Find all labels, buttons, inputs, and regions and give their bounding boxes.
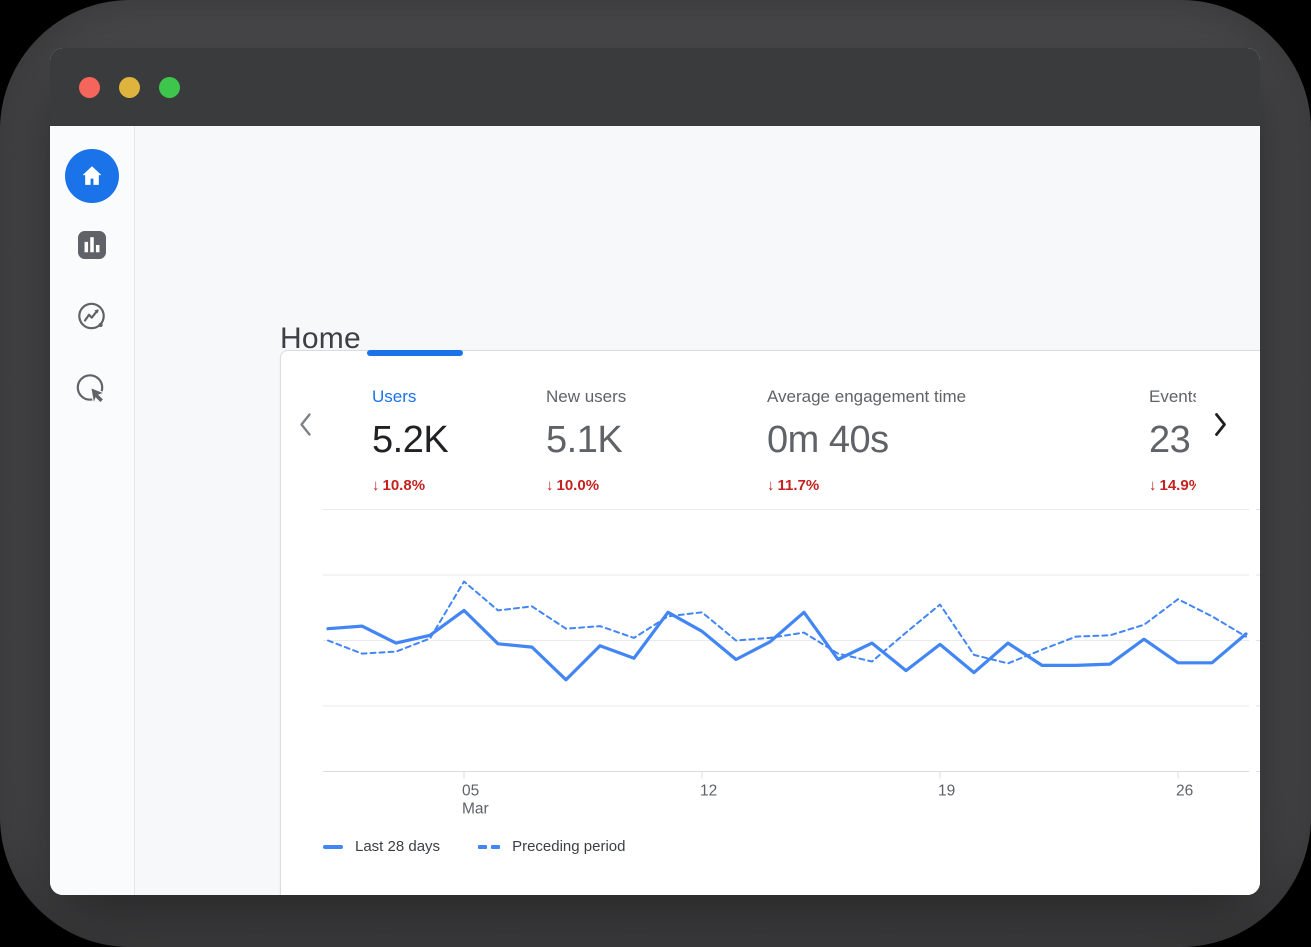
metric-delta: ↓14.9% xyxy=(1149,477,1196,494)
close-button[interactable] xyxy=(79,77,100,98)
metric-delta: ↓10.8% xyxy=(372,477,425,494)
sidebar-item-home[interactable] xyxy=(50,148,134,204)
svg-text:26: 26 xyxy=(1176,783,1193,800)
sidebar-item-reports[interactable] xyxy=(50,219,134,275)
svg-text:12: 12 xyxy=(700,783,717,800)
metric-label: New users xyxy=(546,387,626,407)
metric-value: 23 xyxy=(1149,419,1190,462)
bar-chart-icon xyxy=(78,231,106,264)
metric-value: 5.2K xyxy=(372,419,448,462)
metric-delta: ↓11.7% xyxy=(767,477,819,494)
svg-text:05: 05 xyxy=(462,783,479,800)
legend-dashed-line-swatch xyxy=(478,845,500,849)
minimize-button[interactable] xyxy=(119,77,140,98)
chart-legend: Last 28 days Preceding period xyxy=(323,838,625,855)
metric-delta: ↓10.0% xyxy=(546,477,599,494)
window-titlebar xyxy=(50,48,1260,126)
chevron-right-icon[interactable] xyxy=(1213,411,1228,443)
active-tab-indicator xyxy=(367,350,463,356)
svg-text:19: 19 xyxy=(938,783,955,800)
svg-text:Mar: Mar xyxy=(462,801,489,818)
legend-solid-line-swatch xyxy=(323,845,343,849)
metric-label: Average engagement time xyxy=(767,387,966,407)
chevron-left-icon[interactable] xyxy=(298,411,313,443)
legend-label: Preceding period xyxy=(512,838,625,855)
sidebar-item-explore[interactable] xyxy=(50,291,134,347)
down-arrow-icon: ↓ xyxy=(372,477,380,494)
down-arrow-icon: ↓ xyxy=(546,477,554,494)
metric-label: Events xyxy=(1149,387,1196,407)
sidebar-item-advertising[interactable] xyxy=(50,364,134,420)
down-arrow-icon: ↓ xyxy=(1149,477,1157,494)
metrics-strip: Users 5.2K ↓10.8% New users 5.1K ↓10.0% … xyxy=(339,379,1196,503)
zoom-button[interactable] xyxy=(159,77,180,98)
advertising-cursor-icon xyxy=(73,371,111,414)
metric-label: Users xyxy=(372,387,416,407)
legend-label: Last 28 days xyxy=(355,838,440,855)
down-arrow-icon: ↓ xyxy=(767,477,775,494)
home-icon xyxy=(65,149,119,203)
home-overview-card: Users 5.2K ↓10.8% New users 5.1K ↓10.0% … xyxy=(280,350,1260,895)
main-content: Home Users 5.2K ↓10.8% New users 5.1K ↓1… xyxy=(135,126,1260,895)
explore-icon xyxy=(74,299,110,340)
metric-value: 5.1K xyxy=(546,419,622,462)
metric-value: 0m 40s xyxy=(767,419,889,462)
app-window: Home Users 5.2K ↓10.8% New users 5.1K ↓1… xyxy=(50,48,1260,895)
nav-sidebar xyxy=(50,126,135,895)
